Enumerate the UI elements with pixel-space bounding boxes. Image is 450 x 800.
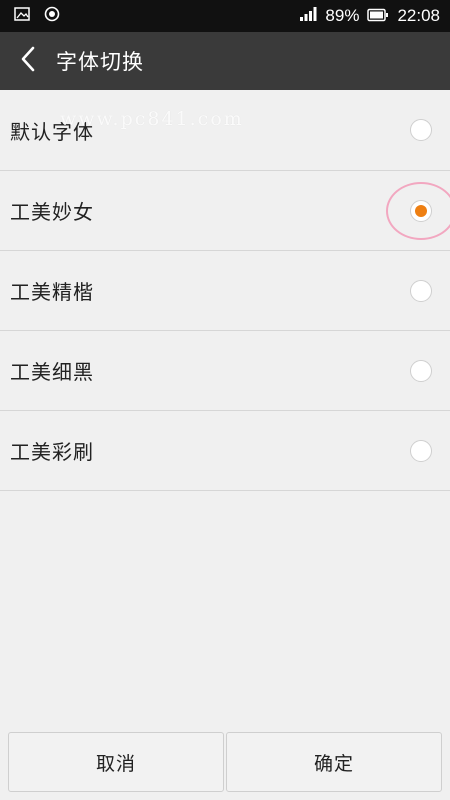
font-option-label: 工美细黑 bbox=[10, 360, 94, 384]
font-option-gongmei-xihei[interactable]: 工美细黑 bbox=[0, 331, 450, 411]
radio-button-selected[interactable] bbox=[386, 181, 450, 240]
bottom-action-bar: 取消 确定 bbox=[0, 722, 450, 800]
confirm-button[interactable]: 确定 bbox=[226, 732, 442, 792]
font-option-default[interactable]: 默认字体 bbox=[0, 90, 450, 171]
chevron-left-icon bbox=[19, 46, 37, 76]
font-option-gongmei-miaonv[interactable]: 工美妙女 bbox=[0, 171, 450, 251]
radio-dot bbox=[415, 204, 427, 217]
status-right: 89% 22:08 bbox=[291, 6, 440, 26]
image-icon bbox=[14, 6, 30, 26]
record-icon bbox=[44, 6, 60, 26]
radio-button[interactable] bbox=[410, 279, 432, 302]
font-option-gongmei-jingkai[interactable]: 工美精楷 bbox=[0, 251, 450, 331]
radio-button[interactable] bbox=[410, 439, 432, 462]
radio-button[interactable] bbox=[410, 359, 432, 382]
font-option-gongmei-caishua[interactable]: 工美彩刷 bbox=[0, 411, 450, 491]
font-option-label: 工美妙女 bbox=[10, 200, 94, 224]
clock: 22:08 bbox=[397, 6, 440, 25]
radio-button[interactable] bbox=[410, 119, 432, 141]
battery-percent: 89% bbox=[325, 6, 360, 25]
back-button[interactable] bbox=[0, 32, 56, 90]
font-option-label: 工美彩刷 bbox=[10, 440, 94, 464]
watermark: www.pc841.com bbox=[60, 108, 244, 130]
status-bar: 89% 22:08 bbox=[0, 0, 450, 32]
font-list: 默认字体 工美妙女 工美精楷 工美细黑 工美彩刷 bbox=[0, 90, 450, 491]
cancel-button[interactable]: 取消 bbox=[8, 732, 224, 792]
app-bar: 字体切换 bbox=[0, 32, 450, 90]
font-option-label: 工美精楷 bbox=[10, 280, 94, 304]
battery-icon bbox=[367, 7, 389, 26]
page-title: 字体切换 bbox=[56, 50, 144, 74]
status-left bbox=[14, 6, 74, 26]
signal-bars-icon bbox=[299, 6, 317, 26]
